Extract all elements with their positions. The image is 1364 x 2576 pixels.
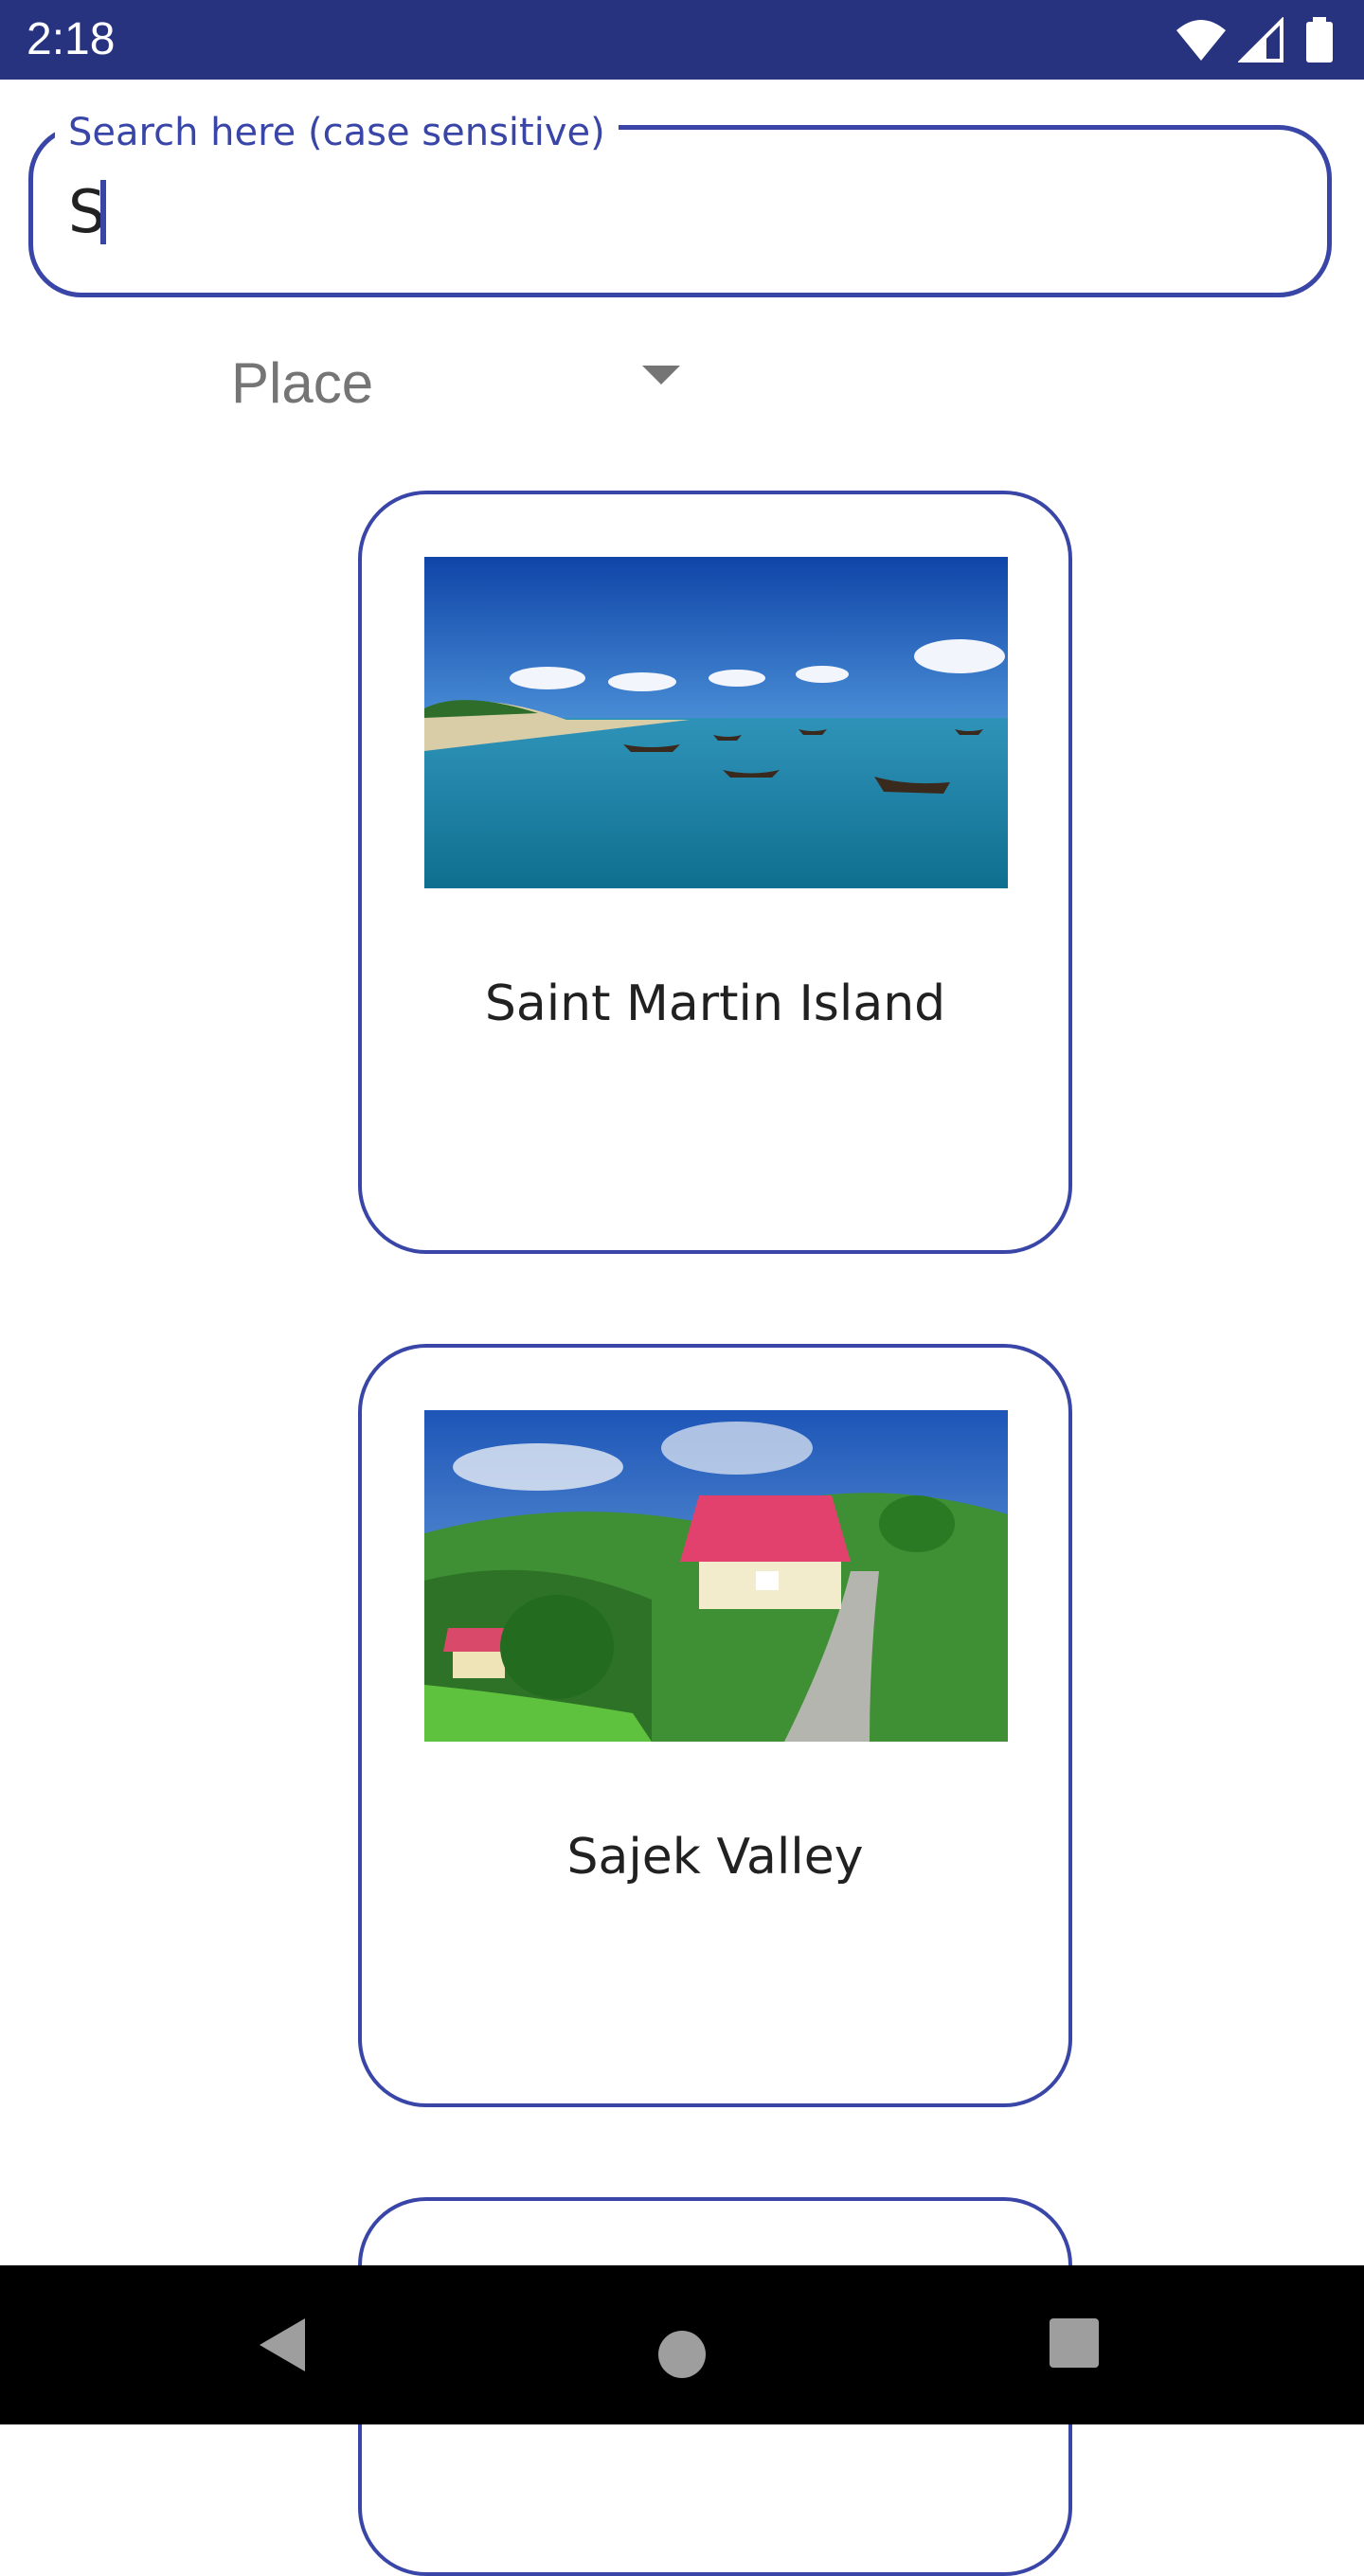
navigation-bar xyxy=(0,2265,1364,2424)
recents-icon[interactable] xyxy=(1050,2318,1099,2368)
signal-icon xyxy=(1237,17,1283,63)
place-image xyxy=(424,557,1008,888)
dropdown-selected-value: Place xyxy=(231,351,374,415)
wifi-icon xyxy=(1176,20,1226,61)
text-cursor xyxy=(100,180,106,244)
place-image xyxy=(424,1410,1008,1742)
place-title: Saint Martin Island xyxy=(484,975,946,1032)
home-icon[interactable] xyxy=(657,2330,707,2379)
search-label: Search here (case sensitive) xyxy=(55,106,619,159)
place-card[interactable]: Saint Martin Island xyxy=(358,491,1072,1254)
status-icons xyxy=(1175,17,1336,63)
category-dropdown[interactable]: Place xyxy=(231,341,686,426)
back-icon[interactable] xyxy=(256,2315,309,2375)
place-title: Sajek Valley xyxy=(566,1829,864,1886)
battery-icon xyxy=(1306,17,1333,63)
status-time: 2:18 xyxy=(27,14,116,64)
status-bar: 2:18 xyxy=(0,0,1364,80)
place-card[interactable]: Sajek Valley xyxy=(358,1344,1072,2107)
dropdown-arrow-icon xyxy=(642,366,680,385)
